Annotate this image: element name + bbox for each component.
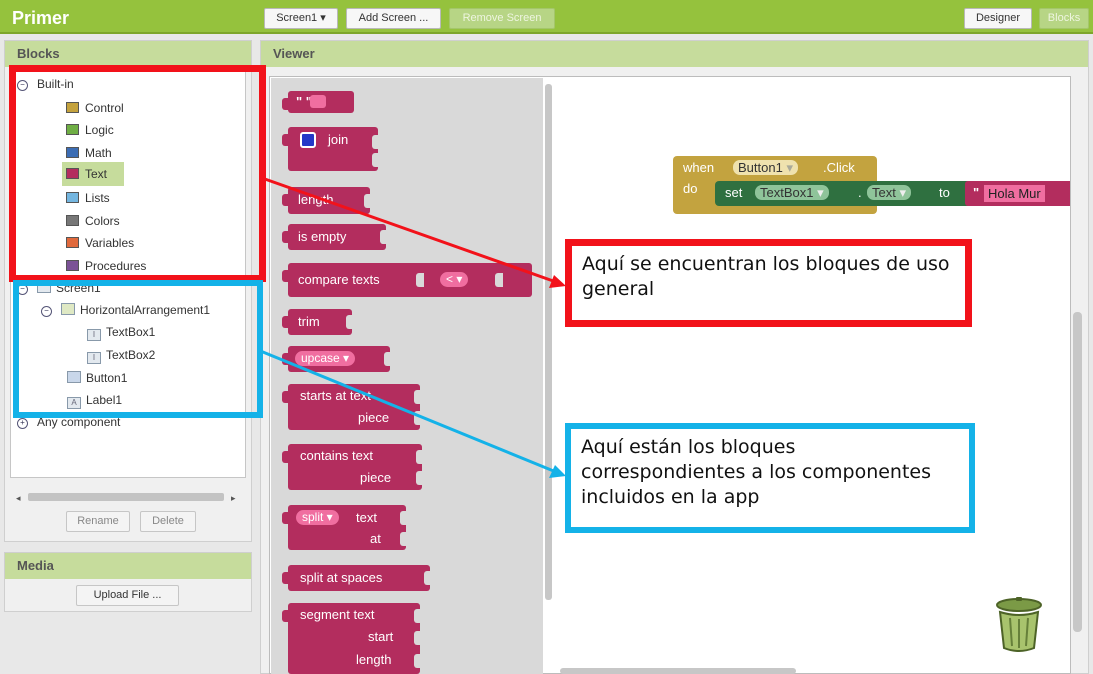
red-arrow-line [261, 176, 557, 284]
blue-callout: Aquí están los bloques correspondientes … [565, 423, 975, 533]
blue-arrow-line [257, 348, 557, 474]
red-arrow-head [549, 275, 566, 288]
red-callout: Aquí se encuentran los bloques de uso ge… [565, 239, 972, 327]
annotation-arrows [257, 176, 566, 478]
